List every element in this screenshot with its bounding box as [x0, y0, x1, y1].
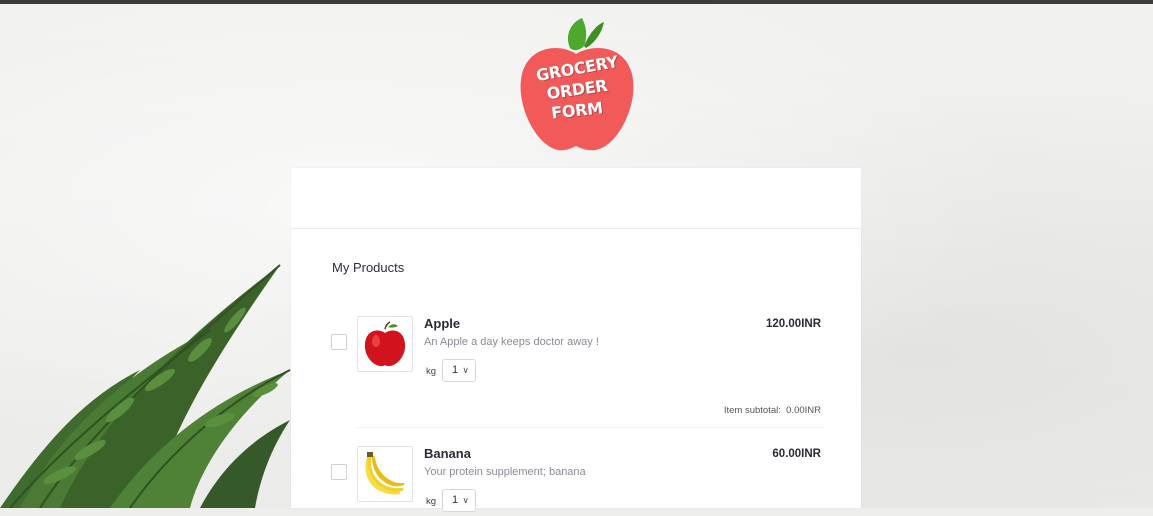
- product-item-banana: Banana Your protein supplement; banana k…: [331, 446, 823, 516]
- item-subtotal: Item subtotal: 0.00INR: [724, 405, 821, 416]
- quantity-select[interactable]: 1 ∨: [442, 359, 476, 382]
- product-price: 60.00INR: [772, 448, 821, 460]
- plant-decoration: [0, 264, 291, 508]
- subtotal-value: 0.00INR: [786, 405, 821, 416]
- quantity-value: 1: [452, 364, 459, 376]
- unit-label: kg: [426, 366, 437, 377]
- apple-fruit-icon: [364, 321, 406, 367]
- card-header: [291, 168, 861, 229]
- quantity-select[interactable]: 1 ∨: [442, 489, 476, 512]
- product-checkbox[interactable]: [331, 464, 347, 480]
- product-image: [357, 446, 413, 502]
- product-item-apple: Apple An Apple a day keeps doctor away !…: [331, 316, 823, 431]
- row-divider: [357, 427, 823, 428]
- grocery-order-form-logo: GROCERY ORDER FORM: [512, 14, 642, 159]
- product-name: Apple: [424, 316, 461, 331]
- chevron-down-icon: ∨: [462, 365, 469, 375]
- banana-fruit-icon: [365, 452, 405, 495]
- product-image: [357, 316, 413, 372]
- subtotal-label: Item subtotal:: [723, 405, 781, 416]
- order-form-card: My Products Apple An Apple a day keeps d…: [291, 168, 861, 512]
- product-price: 120.00INR: [766, 318, 821, 330]
- unit-label: kg: [426, 496, 437, 507]
- product-description: An Apple a day keeps doctor away !: [424, 336, 599, 348]
- product-description: Your protein supplement; banana: [424, 466, 586, 478]
- quantity-value: 1: [452, 494, 459, 506]
- section-title: My Products: [332, 260, 405, 275]
- product-checkbox[interactable]: [331, 334, 347, 350]
- product-name: Banana: [424, 446, 471, 461]
